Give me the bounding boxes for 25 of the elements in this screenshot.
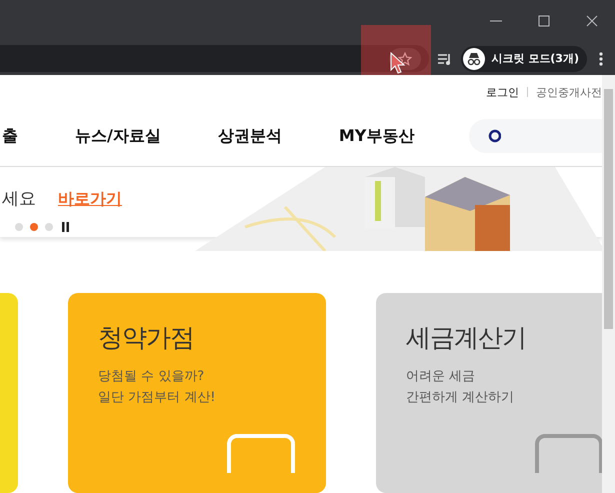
star-icon [398, 52, 412, 66]
card-description: 간편하게 계산하기 [406, 389, 516, 407]
card-description: 당첨될 수 있을까? [98, 368, 206, 386]
slide-dot[interactable] [30, 222, 38, 231]
nav-item[interactable]: 상권분석 [218, 126, 282, 147]
search-field[interactable] [469, 119, 602, 154]
nav-item[interactable]: 뉴스/자료실 [75, 126, 161, 147]
nav-item[interactable]: 출 [2, 126, 18, 147]
scrollbar[interactable] [602, 75, 615, 493]
search-icon [487, 129, 502, 144]
header-link[interactable]: 로그인 [486, 84, 519, 100]
card-title: 청약가점 [98, 322, 195, 354]
incognito-profile-button[interactable]: 시크릿 모드(3개) [461, 46, 587, 72]
slide-dot[interactable] [15, 222, 23, 231]
card-description: 일단 가점부터 계산! [98, 389, 216, 407]
nav-item[interactable]: MY부동산 [338, 126, 414, 147]
card-title: 세금계산기 [406, 322, 527, 354]
feature-card[interactable]: 청약가점 당첨될 수 있을까? 일단 가점부터 계산! [68, 293, 326, 493]
card-description: 어려운 세금 [406, 368, 476, 386]
pause-icon[interactable] [62, 222, 69, 232]
banner-text: 세요 [2, 188, 36, 210]
slide-dot[interactable] [45, 222, 53, 231]
feature-card[interactable]: 세금계산기 어려운 세금 간편하게 계산하기 [376, 293, 602, 493]
incognito-icon [463, 48, 486, 70]
header-link[interactable]: 공인중개사전 [536, 84, 602, 100]
